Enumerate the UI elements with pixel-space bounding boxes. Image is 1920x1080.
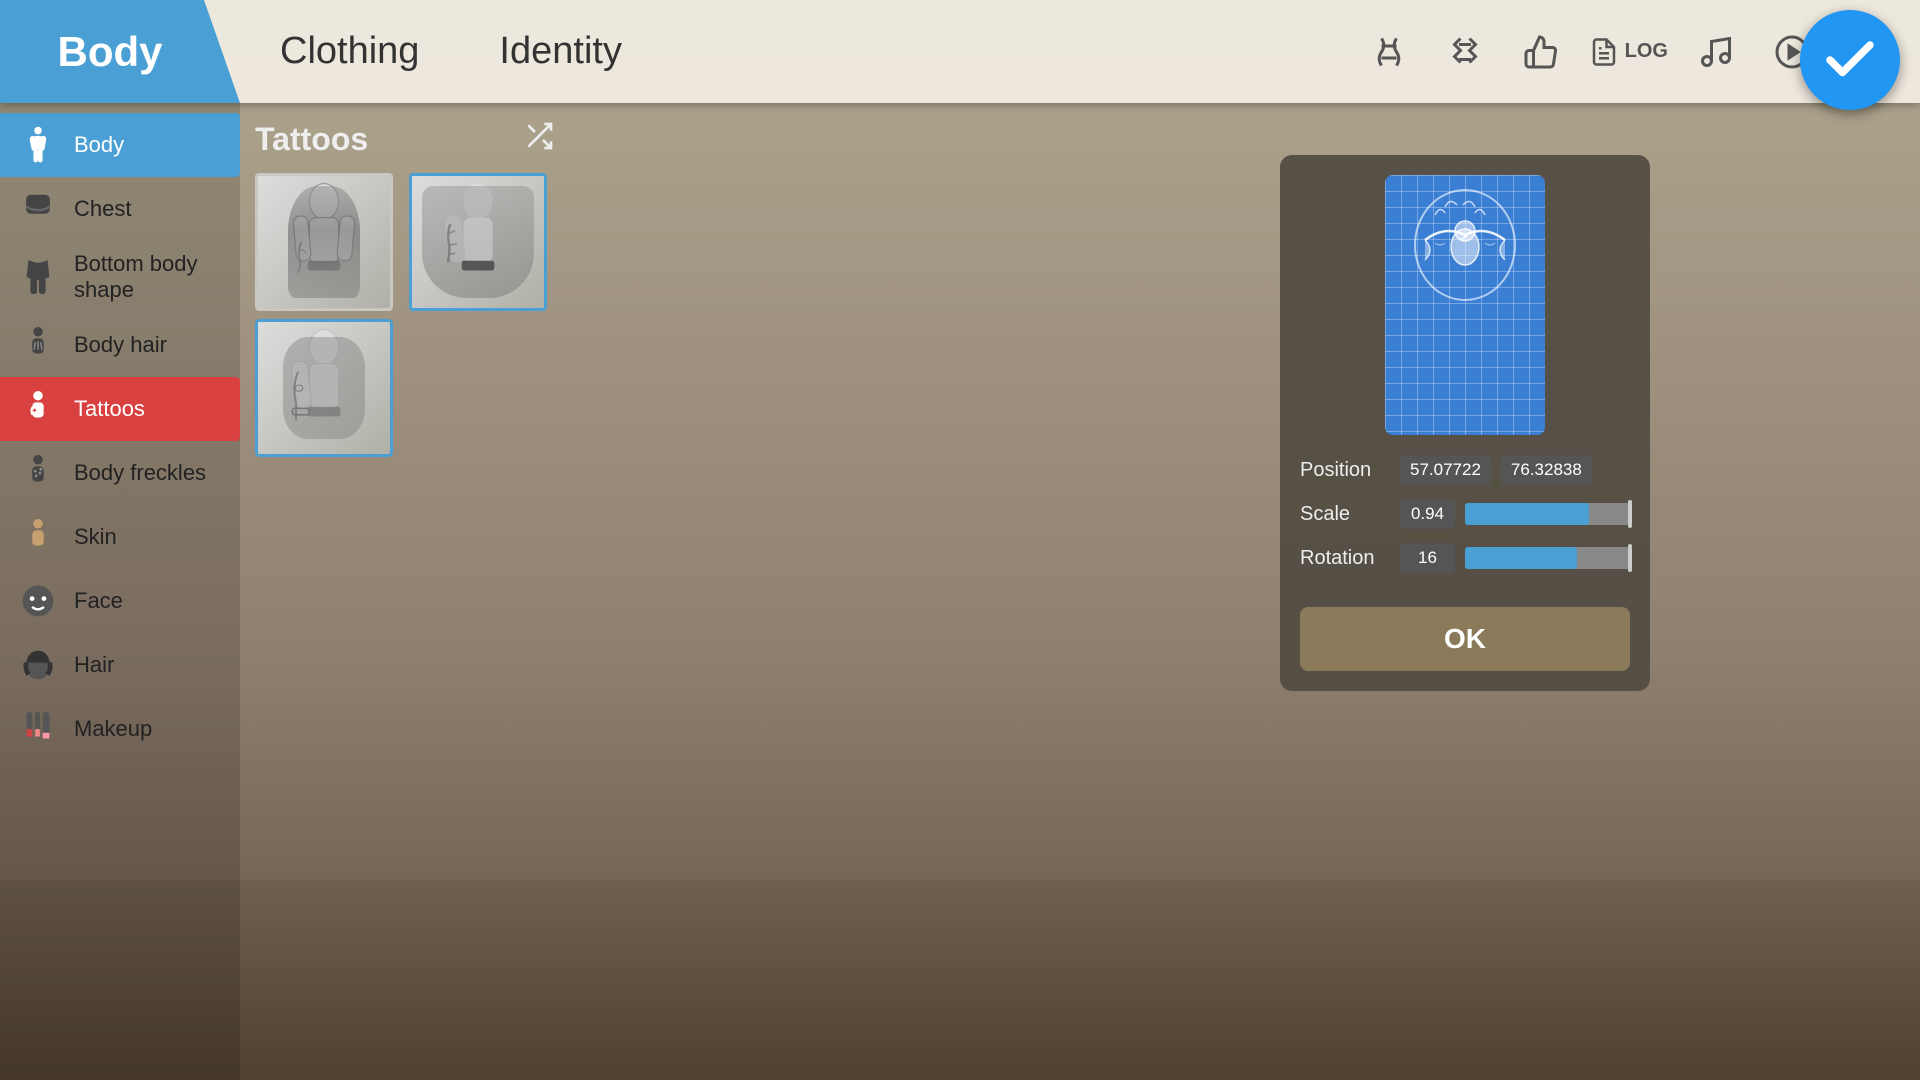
genetics-icon-btn[interactable] [1361, 24, 1417, 80]
sidebar: Body Chest Bottom body shape [0, 103, 240, 1080]
body-hair-figure-icon [19, 326, 57, 364]
face-figure-icon [19, 582, 57, 620]
shuffle-button[interactable] [523, 120, 555, 159]
log-btn[interactable]: LOG [1589, 37, 1668, 67]
checkmark-icon [1820, 30, 1880, 90]
music-icon [1698, 34, 1734, 70]
ok-button[interactable]: OK [1300, 607, 1630, 671]
rotation-label: Rotation [1300, 547, 1390, 570]
sidebar-item-skin[interactable]: Skin [0, 505, 240, 569]
rotation-slider-thumb [1628, 544, 1632, 572]
thumbs-icon-btn[interactable] [1513, 24, 1569, 80]
tattoo-placement-preview[interactable] [1385, 175, 1545, 435]
sidebar-item-body-hair[interactable]: Body hair [0, 313, 240, 377]
skin-figure-icon [19, 518, 57, 556]
tattoo-item-3[interactable] [255, 319, 393, 457]
makeup-figure-icon [19, 710, 57, 748]
tattoo-item-1[interactable] [255, 173, 393, 311]
tattoo-grid [255, 173, 555, 457]
shuffle-icon [523, 120, 555, 152]
controls: Position 57.07722 76.32838 Scale 0.94 Ro… [1300, 455, 1630, 573]
genetics-icon [1371, 34, 1407, 70]
position-label: Position [1300, 459, 1390, 482]
log-file-icon [1589, 37, 1619, 67]
body-tab-label: Body [58, 28, 163, 76]
position-y-value[interactable]: 76.32838 [1501, 455, 1592, 485]
tattoos-title: Tattoos [255, 121, 368, 158]
position-control: Position 57.07722 76.32838 [1300, 455, 1630, 485]
sidebar-item-tattoos[interactable]: ✦ Tattoos [0, 377, 240, 441]
dna-icon-btn[interactable] [1437, 24, 1493, 80]
body-tab[interactable]: Body [0, 0, 240, 103]
dna-icon [1447, 34, 1483, 70]
body-freckles-icon [16, 451, 60, 495]
svg-text:✦: ✦ [31, 406, 38, 415]
tattoo-preview-2 [412, 176, 544, 308]
rotation-value[interactable]: 16 [1400, 543, 1455, 573]
rotation-slider[interactable] [1465, 547, 1630, 569]
tattoo-design-svg [1405, 185, 1525, 305]
tattoo-thumb-svg-3 [279, 323, 369, 453]
sidebar-item-body[interactable]: Body [0, 113, 240, 177]
body-freckles-figure-icon [19, 454, 57, 492]
bottom-body-icon [16, 255, 60, 299]
log-label: LOG [1625, 40, 1668, 63]
sidebar-body-hair-label: Body hair [74, 332, 167, 358]
scale-value[interactable]: 0.94 [1400, 499, 1455, 529]
sidebar-tattoos-label: Tattoos [74, 396, 145, 422]
scale-slider-fill [1465, 503, 1589, 525]
sidebar-bottom-body-label: Bottom body shape [74, 251, 224, 303]
sidebar-skin-label: Skin [74, 524, 117, 550]
sidebar-face-label: Face [74, 588, 123, 614]
tattoo-preview-image [1405, 185, 1525, 305]
identity-tab[interactable]: Identity [459, 30, 662, 73]
music-icon-btn[interactable] [1688, 24, 1744, 80]
thumbs-icon [1523, 34, 1559, 70]
chest-figure-icon [19, 190, 57, 228]
sidebar-item-body-freckles[interactable]: Body freckles [0, 441, 240, 505]
scale-label: Scale [1300, 503, 1390, 526]
sidebar-chest-label: Chest [74, 196, 131, 222]
sidebar-item-bottom-body[interactable]: Bottom body shape [0, 241, 240, 313]
studio-floor [0, 880, 1920, 1080]
rotation-slider-fill [1465, 547, 1577, 569]
sidebar-item-makeup[interactable]: Makeup [0, 697, 240, 761]
face-icon [16, 579, 60, 623]
topbar: Body Clothing Identity [0, 0, 1920, 103]
tattoos-figure-icon: ✦ [19, 390, 57, 428]
scale-slider[interactable] [1465, 503, 1630, 525]
sidebar-item-face[interactable]: Face [0, 569, 240, 633]
sidebar-item-hair[interactable]: Hair [0, 633, 240, 697]
clothing-tab[interactable]: Clothing [240, 30, 459, 73]
hair-icon [16, 643, 60, 687]
sidebar-item-chest[interactable]: Chest [0, 177, 240, 241]
sidebar-body-freckles-label: Body freckles [74, 460, 206, 486]
placement-panel: Position 57.07722 76.32838 Scale 0.94 Ro… [1280, 155, 1650, 691]
scale-control: Scale 0.94 [1300, 499, 1630, 529]
scale-slider-thumb [1628, 500, 1632, 528]
tattoos-panel: Tattoos [255, 120, 555, 457]
tattoo-preview-3 [258, 322, 390, 454]
position-x-value[interactable]: 57.07722 [1400, 455, 1491, 485]
tattoo-thumb-svg-2 [433, 177, 523, 307]
tattoo-preview-1 [258, 176, 390, 308]
sidebar-body-label: Body [74, 132, 124, 158]
sidebar-hair-label: Hair [74, 652, 114, 678]
tattoos-header: Tattoos [255, 120, 555, 159]
tattoos-icon: ✦ [16, 387, 60, 431]
body-figure-icon [19, 126, 57, 164]
confirm-button[interactable] [1800, 10, 1900, 110]
tattoo-thumb-svg-1 [279, 177, 369, 307]
tattoo-item-2[interactable] [409, 173, 547, 311]
skin-icon [16, 515, 60, 559]
hair-figure-icon [19, 646, 57, 684]
bottom-body-figure-icon [19, 258, 57, 296]
rotation-control: Rotation 16 [1300, 543, 1630, 573]
chest-icon [16, 187, 60, 231]
makeup-icon [16, 707, 60, 751]
sidebar-makeup-label: Makeup [74, 716, 152, 742]
body-icon [16, 123, 60, 167]
body-hair-icon [16, 323, 60, 367]
